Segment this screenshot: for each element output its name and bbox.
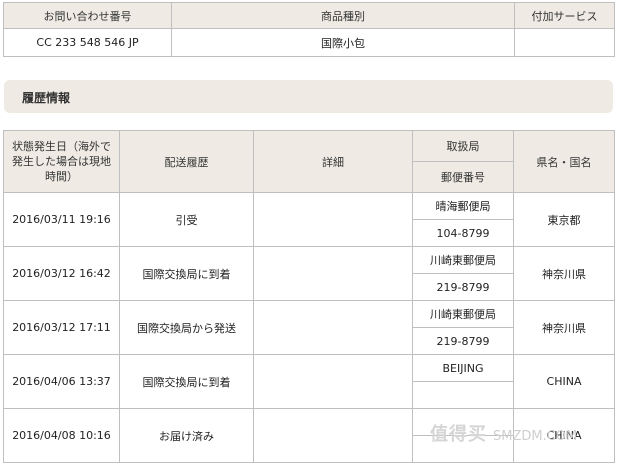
- history-header-row: 状態発生日（海外で 発生した場合は現地 時間） 配送履歴 詳細 取扱局 県名・国…: [3, 130, 615, 193]
- summary-row: CC 233 548 546 JP 国際小包: [3, 28, 615, 57]
- row-office: BEIJING: [412, 354, 514, 382]
- header-date-line-3: 時間）: [45, 170, 78, 183]
- row-detail: [253, 300, 413, 355]
- watermark-sub: SMZDM.COM: [493, 429, 578, 444]
- row-date: 2016/03/12 17:11: [3, 300, 120, 355]
- header-status: 配送履歴: [119, 130, 254, 193]
- table-row: 2016/03/12 17:11 国際交換局から発送 川崎東郵便局 神奈川県: [3, 300, 615, 355]
- watermark: 值得买 SMZDM.COM: [430, 420, 577, 446]
- row-status: 国際交換局から発送: [119, 300, 254, 355]
- row-postal: [412, 381, 514, 409]
- header-postal: 郵便番号: [412, 161, 514, 193]
- row-date: 2016/04/08 10:16: [3, 408, 120, 463]
- header-detail: 詳細: [253, 130, 413, 193]
- row-status: 国際交換局に到着: [119, 354, 254, 409]
- row-region: CHINA: [513, 354, 615, 409]
- summary-header-row: お問い合わせ番号 商品種別 付加サービス: [3, 2, 615, 29]
- row-date: 2016/03/12 16:42: [3, 246, 120, 301]
- added-service: [514, 28, 615, 57]
- row-postal: 104-8799: [412, 219, 514, 247]
- history-section-bar: 履歴情報: [4, 80, 613, 113]
- table-row: 2016/04/06 13:37 国際交換局に到着 BEIJING CHINA: [3, 354, 615, 409]
- row-detail: [253, 354, 413, 409]
- header-date-line-2: 発生した場合は現地: [12, 155, 111, 168]
- header-tracking-number: お問い合わせ番号: [3, 2, 172, 29]
- watermark-text: 值得买: [430, 424, 487, 445]
- history-table: 状態発生日（海外で 発生した場合は現地 時間） 配送履歴 詳細 取扱局 県名・国…: [3, 130, 615, 463]
- row-region: 神奈川県: [513, 300, 615, 355]
- header-date: 状態発生日（海外で 発生した場合は現地 時間）: [3, 130, 120, 193]
- row-region: 神奈川県: [513, 246, 615, 301]
- header-office: 取扱局: [412, 130, 514, 162]
- table-row: 2016/03/11 19:16 引受 晴海郵便局 東京都: [3, 192, 615, 247]
- row-region: 東京都: [513, 192, 615, 247]
- row-office: 川崎東郵便局: [412, 246, 514, 274]
- history-section-title: 履歴情報: [22, 91, 71, 105]
- row-postal: 219-8799: [412, 327, 514, 355]
- row-office: 川崎東郵便局: [412, 300, 514, 328]
- table-row: 2016/03/12 16:42 国際交換局に到着 川崎東郵便局 神奈川県: [3, 246, 615, 301]
- row-status: 国際交換局に到着: [119, 246, 254, 301]
- header-added-service: 付加サービス: [514, 2, 615, 29]
- row-detail: [253, 246, 413, 301]
- row-date: 2016/04/06 13:37: [3, 354, 120, 409]
- row-status: 引受: [119, 192, 254, 247]
- product-type: 国際小包: [171, 28, 515, 57]
- row-date: 2016/03/11 19:16: [3, 192, 120, 247]
- header-region: 県名・国名: [513, 130, 615, 193]
- row-status: お届け済み: [119, 408, 254, 463]
- tracking-number: CC 233 548 546 JP: [3, 28, 172, 57]
- row-detail: [253, 192, 413, 247]
- header-date-line-1: 状態発生日（海外で: [12, 140, 111, 153]
- header-product-type: 商品種別: [171, 2, 515, 29]
- row-detail: [253, 408, 413, 463]
- summary-table: お問い合わせ番号 商品種別 付加サービス CC 233 548 546 JP 国…: [3, 2, 615, 57]
- row-office: 晴海郵便局: [412, 192, 514, 220]
- row-postal: 219-8799: [412, 273, 514, 301]
